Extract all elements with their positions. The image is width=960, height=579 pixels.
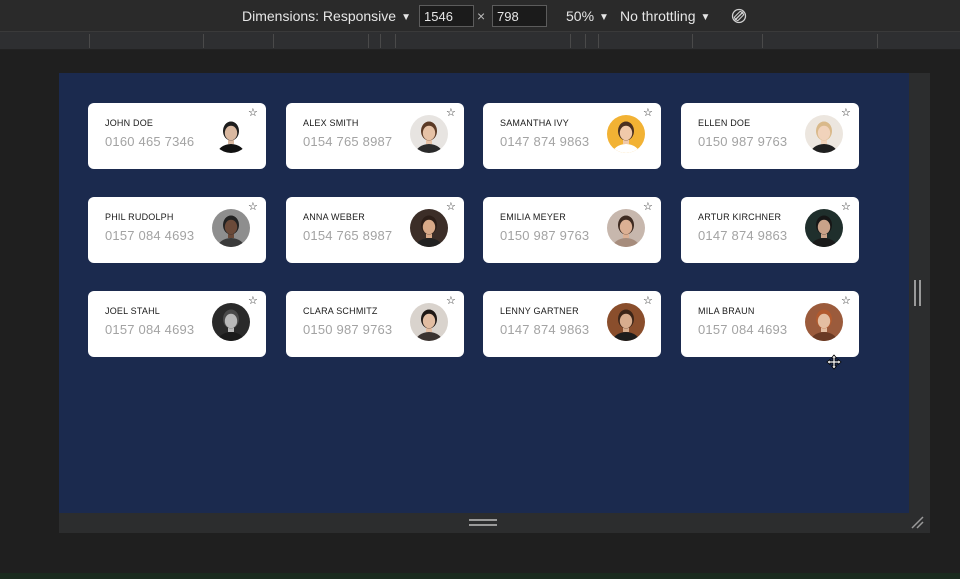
contact-phone: 0147 874 9863: [500, 134, 590, 149]
star-icon[interactable]: ☆: [446, 201, 456, 213]
contact-name: EMILIA MEYER: [500, 212, 566, 222]
contact-phone: 0154 765 8987: [303, 134, 393, 149]
avatar: [805, 115, 843, 153]
contact-phone: 0154 765 8987: [303, 228, 393, 243]
avatar: [212, 115, 250, 153]
avatar: [212, 303, 250, 341]
contact-card[interactable]: EMILIA MEYER 0150 987 9763 ☆: [483, 197, 661, 263]
contact-phone: 0147 874 9863: [698, 228, 788, 243]
contact-card[interactable]: PHIL RUDOLPH 0157 084 4693 ☆: [88, 197, 266, 263]
ruler-tick: [585, 34, 586, 48]
star-icon[interactable]: ☆: [643, 201, 653, 213]
star-icon[interactable]: ☆: [841, 295, 851, 307]
avatar: [607, 209, 645, 247]
contact-phone: 0157 084 4693: [105, 228, 195, 243]
chevron-down-icon: ▼: [401, 12, 411, 23]
contact-phone: 0147 874 9863: [500, 322, 590, 337]
avatar: [212, 209, 250, 247]
width-input[interactable]: [419, 5, 474, 27]
rotate-icon[interactable]: [731, 8, 747, 24]
dimensions-dropdown[interactable]: Dimensions: Responsive ▼: [242, 0, 411, 32]
avatar: [607, 303, 645, 341]
contact-name: MILA BRAUN: [698, 306, 755, 316]
star-icon[interactable]: ☆: [643, 107, 653, 119]
star-icon[interactable]: ☆: [248, 107, 258, 119]
contact-name: JOEL STAHL: [105, 306, 161, 316]
avatar: [410, 115, 448, 153]
star-icon[interactable]: ☆: [248, 295, 258, 307]
contact-phone: 0150 987 9763: [303, 322, 393, 337]
contact-name: LENNY GARTNER: [500, 306, 579, 316]
contact-name: ELLEN DOE: [698, 118, 751, 128]
contact-name: JOHN DOE: [105, 118, 154, 128]
star-icon[interactable]: ☆: [841, 107, 851, 119]
media-query-ruler[interactable]: [0, 32, 960, 50]
contact-name: ALEX SMITH: [303, 118, 359, 128]
height-input[interactable]: [492, 5, 547, 27]
contact-name: SAMANTHA IVY: [500, 118, 569, 128]
ruler-tick: [692, 34, 693, 48]
bottom-status-strip: [0, 573, 960, 579]
throttling-label: No throttling: [620, 8, 696, 24]
corner-resize-icon[interactable]: [910, 515, 924, 529]
ruler-tick: [570, 34, 571, 48]
contact-card[interactable]: SAMANTHA IVY 0147 874 9863 ☆: [483, 103, 661, 169]
dimensions-label: Dimensions: Responsive: [242, 8, 397, 24]
contact-phone: 0150 987 9763: [500, 228, 590, 243]
ruler-tick: [89, 34, 90, 48]
avatar: [805, 209, 843, 247]
contact-name: PHIL RUDOLPH: [105, 212, 174, 222]
contact-card[interactable]: MILA BRAUN 0157 084 4693 ☆: [681, 291, 859, 357]
chevron-down-icon: ▼: [599, 12, 609, 23]
contact-card[interactable]: ELLEN DOE 0150 987 9763 ☆: [681, 103, 859, 169]
chevron-down-icon: ▼: [700, 12, 711, 23]
contact-card[interactable]: CLARA SCHMITZ 0150 987 9763 ☆: [286, 291, 464, 357]
move-cursor-icon: [826, 354, 842, 370]
star-icon[interactable]: ☆: [446, 295, 456, 307]
star-icon[interactable]: ☆: [248, 201, 258, 213]
avatar: [410, 303, 448, 341]
star-icon[interactable]: ☆: [841, 201, 851, 213]
page-viewport: JOHN DOE 0160 465 7346 ☆ ALEX SMITH 0154 765…: [59, 73, 909, 513]
throttling-dropdown[interactable]: No throttling ▼: [620, 0, 710, 32]
ruler-tick: [598, 34, 599, 48]
contact-card[interactable]: ARTUR KIRCHNER 0147 874 9863 ☆: [681, 197, 859, 263]
zoom-dropdown[interactable]: 50% ▼: [566, 0, 609, 32]
avatar: [607, 115, 645, 153]
avatar: [805, 303, 843, 341]
contact-name: CLARA SCHMITZ: [303, 306, 378, 316]
contact-card[interactable]: JOHN DOE 0160 465 7346 ☆: [88, 103, 266, 169]
ruler-tick: [273, 34, 274, 48]
ruler-tick: [395, 34, 396, 48]
contact-card[interactable]: JOEL STAHL 0157 084 4693 ☆: [88, 291, 266, 357]
contact-phone: 0160 465 7346: [105, 134, 195, 149]
times-separator: ×: [477, 8, 486, 24]
contact-card[interactable]: LENNY GARTNER 0147 874 9863 ☆: [483, 291, 661, 357]
contact-name: ANNA WEBER: [303, 212, 366, 222]
vertical-grip-icon: [914, 280, 922, 306]
ruler-tick: [877, 34, 878, 48]
horizontal-grip-icon: [469, 519, 497, 527]
contact-name: ARTUR KIRCHNER: [698, 212, 782, 222]
zoom-label: 50%: [566, 8, 595, 24]
contact-card[interactable]: ALEX SMITH 0154 765 8987 ☆: [286, 103, 464, 169]
ruler-tick: [368, 34, 369, 48]
device-toolbar: Dimensions: Responsive ▼ × 50% ▼ No thrott…: [0, 0, 960, 32]
contact-phone: 0157 084 4693: [105, 322, 195, 337]
contact-phone: 0150 987 9763: [698, 134, 788, 149]
contact-phone: 0157 084 4693: [698, 322, 788, 337]
avatar: [410, 209, 448, 247]
ruler-tick: [203, 34, 204, 48]
contact-card[interactable]: ANNA WEBER 0154 765 8987 ☆: [286, 197, 464, 263]
ruler-tick: [380, 34, 381, 48]
star-icon[interactable]: ☆: [446, 107, 456, 119]
star-icon[interactable]: ☆: [643, 295, 653, 307]
ruler-tick: [762, 34, 763, 48]
